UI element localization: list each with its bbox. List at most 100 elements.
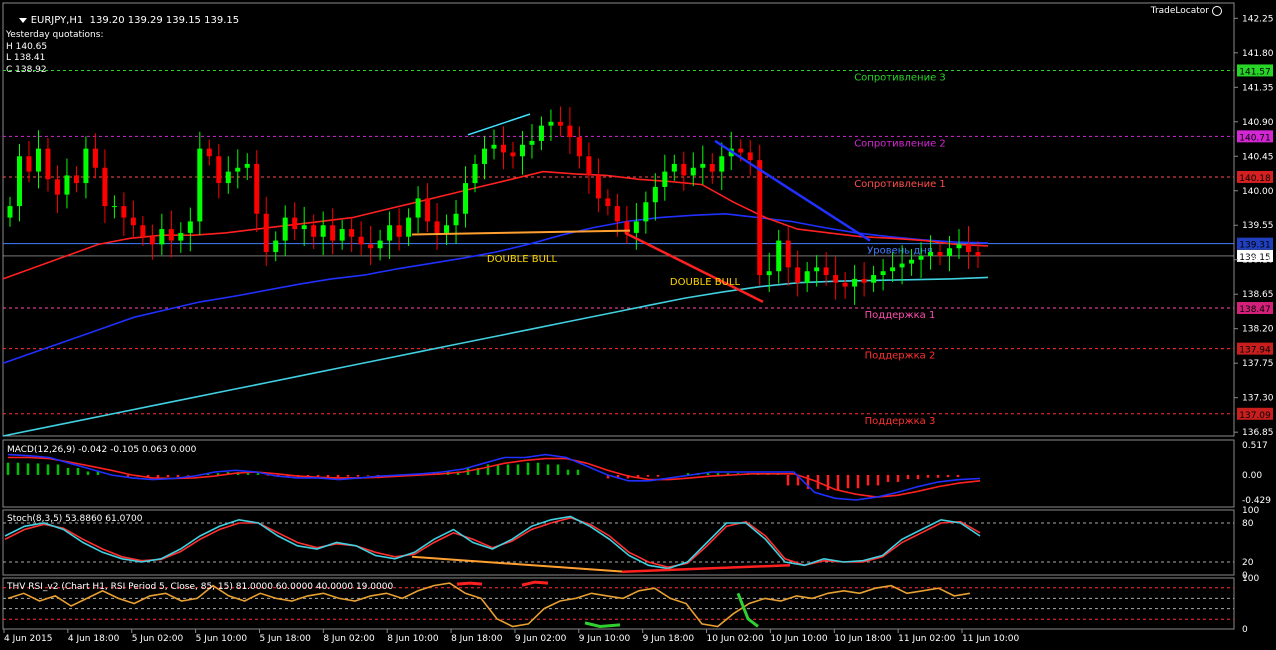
chart-canvas[interactable]: Сопротивление 3 141.57 Сопротивление 2 140.… [0,0,1276,646]
candle-body [425,198,431,222]
candle-body [320,225,326,237]
candle-body [719,156,725,172]
candle-body [64,175,70,195]
brand: TradeLocator [1151,6,1222,16]
y-tick-label: 141.35 [1242,83,1274,93]
candle-body [387,225,393,241]
x-tick-label: 5 Jun 02:00 [132,634,184,644]
candle-body [273,240,279,253]
candle-body [111,206,117,208]
candle-body [605,198,611,207]
candle-body [453,213,459,226]
candle-body [652,186,658,203]
candle-body [890,267,896,272]
candle-body [956,244,962,249]
candle-body [225,171,231,184]
candle-body [937,252,943,256]
x-tick-label: 11 Jun 02:00 [898,634,955,644]
candle-body [842,282,848,287]
trendline-blue [714,139,871,242]
candle-body [415,198,421,218]
candle-body [26,156,32,172]
rsi-overbought-mark [521,580,549,587]
candle-body [510,152,516,157]
level-tag-text: 139.31 [1239,241,1271,251]
x-tick-label: 5 Jun 18:00 [259,634,311,644]
stoch-divergence-red [621,564,791,573]
level-tag-text: 137.94 [1239,346,1271,356]
candle-body [235,167,241,172]
x-tick-label: 9 Jun 02:00 [515,634,567,644]
rsi-overbought-mark [456,581,483,586]
candle-body [244,163,250,168]
y-tick-label: 137.30 [1242,394,1274,404]
y-tick-label: 142.25 [1242,14,1274,24]
x-tick-label: 8 Jun 10:00 [387,634,439,644]
rsi-oversold-mark [584,621,621,628]
candle-body [871,275,877,283]
candle-body [301,225,307,230]
level-tag-text: 140.18 [1239,174,1271,184]
yesterday-high: H 140.65 [6,41,48,52]
candle-body [83,148,89,184]
candle-body [975,252,981,256]
candle-body [368,244,374,249]
candle-body [282,217,288,241]
candle-body [643,202,649,222]
candle-body [206,148,212,157]
level-tag-text: 137.09 [1239,411,1271,421]
candle-body [918,255,924,260]
candle-body [633,221,639,233]
x-tick-label: 10 Jun 10:00 [770,634,827,644]
y-tick-label: 138.65 [1242,290,1274,300]
y-tick-label: 140.00 [1242,187,1274,197]
yesterday-title: Yesterday quotations: [6,30,104,40]
x-tick-label: 10 Jun 18:00 [834,634,891,644]
candle-body [747,152,753,161]
candle-body [586,156,592,176]
candle-body [73,175,79,184]
symbol-label: EURJPY,H1 [30,15,84,26]
candle-body [463,183,469,214]
brand-label: TradeLocator [1150,6,1209,16]
chart-window[interactable]: Сопротивление 3 141.57 Сопротивление 2 140.… [0,0,1276,646]
level-label: Сопротивление 2 [854,138,946,149]
y-tick-label: 141.80 [1242,49,1274,59]
macd-y-tick-label: -0.429 [1242,496,1271,506]
level-tag-text: 138.47 [1239,305,1271,315]
stoch-title: Stoch(8,3,5) 53.8860 61.0700 [7,514,143,524]
candle-body [709,163,715,172]
rsi-y-tick-label: 100 [1242,574,1259,584]
candle-body [149,236,155,245]
candle-body [330,225,336,241]
candle-body [776,240,782,272]
stoch-y-tick-label: 100 [1242,506,1259,516]
dropdown-triangle-icon[interactable] [18,17,27,23]
candle-body [804,271,810,283]
x-tick-label: 9 Jun 10:00 [579,634,631,644]
y-tick-label: 138.20 [1242,325,1274,335]
candle-body [406,217,412,237]
candle-body [785,240,791,268]
yesterday-quotations: Yesterday quotations: H 140.65 L 138.41 … [6,30,103,76]
candle-body [519,144,525,157]
ma-cyan-line [2,276,989,437]
candle-body [254,163,260,214]
candle-body [140,225,146,237]
candle-body [595,175,601,199]
candle-body [130,217,136,226]
x-tick-label: 8 Jun 18:00 [451,634,503,644]
rsi-title: THV RSI_v2 (Chart H1, RSI Period 5, Clos… [6,582,393,592]
candle-body [311,225,317,237]
macd-title: MACD(12,26,9) -0.042 -0.105 0.063 0.000 [7,445,197,455]
candle-body [102,167,108,207]
candle-body [529,140,535,145]
candle-body [92,148,98,168]
candle-body [491,144,497,149]
candle-body [159,229,165,245]
candle-body [349,229,355,237]
level-tag-text: 140.71 [1239,133,1271,143]
candle-body [396,225,402,237]
candle-body [538,125,544,141]
candle-body [928,252,934,256]
